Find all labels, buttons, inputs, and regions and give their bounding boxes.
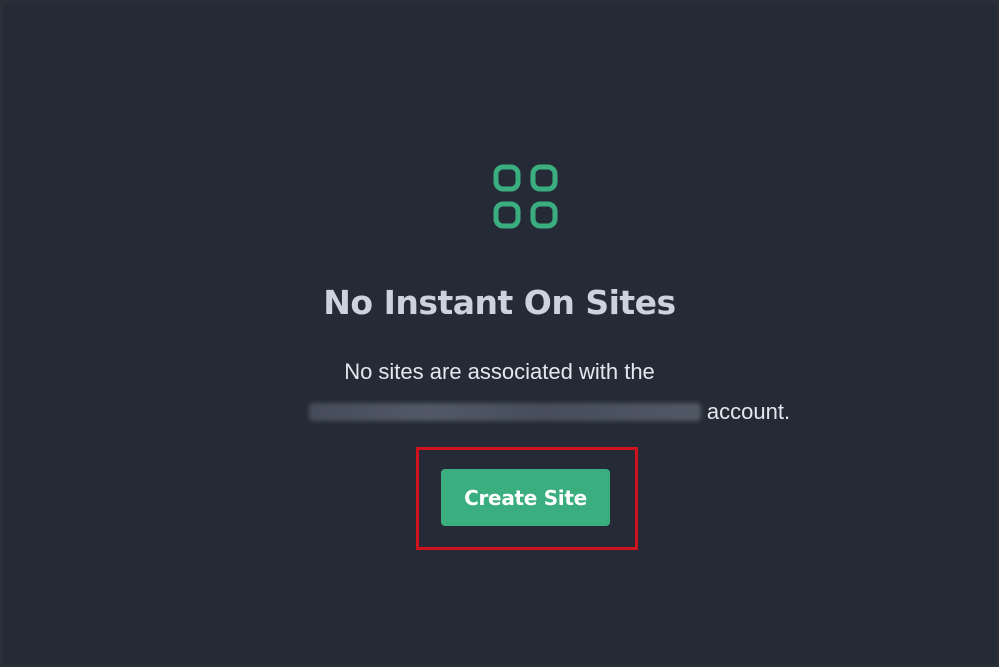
empty-state: No Instant On Sites No sites are associa… [3,3,996,664]
empty-state-title: No Instant On Sites [323,283,676,322]
empty-state-account-line: account. [53,398,999,426]
create-site-button[interactable]: Create Site [441,469,610,526]
empty-state-description: No sites are associated with the [344,359,655,384]
app-window: No Instant On Sites No sites are associa… [0,0,999,667]
apps-grid-icon [493,164,558,229]
account-suffix: account. [706,399,791,424]
blurred-email [308,403,701,421]
